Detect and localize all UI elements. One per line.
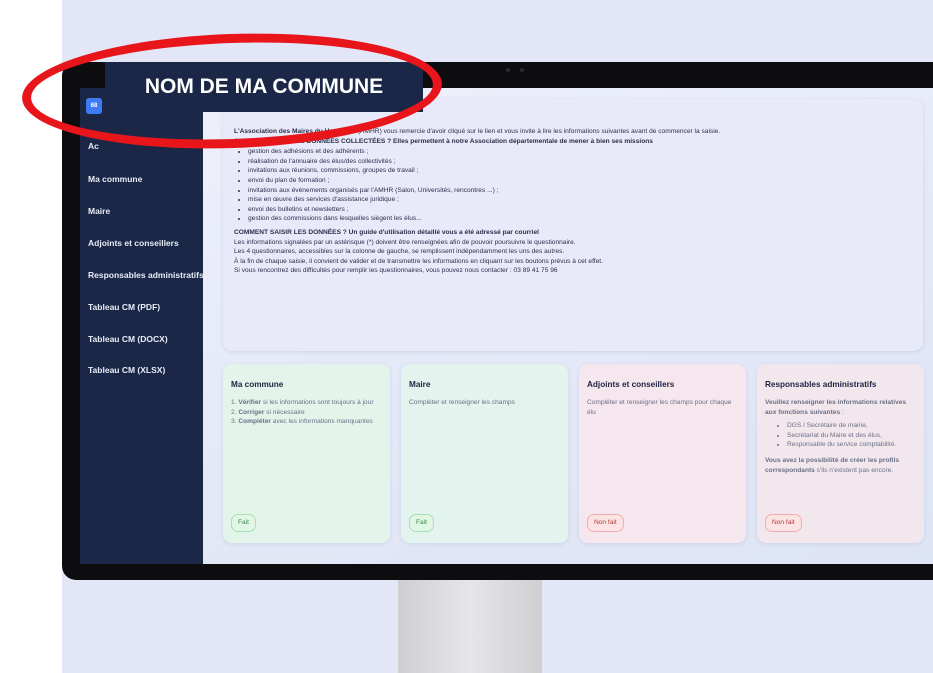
card-body: Compléter et renseigner les champs — [409, 399, 515, 406]
list-item: gestion des commissions dans lesquelles … — [248, 214, 914, 224]
how-to-line: Les 4 questionnaires, accessibles sur la… — [234, 248, 565, 256]
list-item: Responsable du service comptabilité. — [787, 440, 916, 450]
how-to-line: Si vous rencontrez des difficultés pour … — [234, 267, 558, 275]
list-item: gestion des adhésions et des adhérents ; — [248, 147, 914, 157]
app-screen: 68 1 Ac Ma commune Maire Adjoints et con… — [80, 88, 933, 564]
card-body: 1. Vérifier si les informations sont tou… — [231, 399, 374, 426]
missions-list: gestion des adhésions et des adhérents ;… — [234, 147, 914, 224]
sidebar-item-tableau-docx[interactable]: Tableau CM (DOCX) — [88, 334, 168, 344]
card-body: Compléter et renseigner les champs pour … — [587, 399, 732, 416]
list-item: réalisation de l'annuaire des élus/des c… — [248, 157, 914, 167]
list-item: envoi du plan de formation ; — [248, 176, 914, 186]
how-to-title: COMMENT SAISIR LES DONNÉES ? Un guide d'… — [234, 228, 539, 236]
sidebar-item-tableau-pdf[interactable]: Tableau CM (PDF) — [88, 302, 160, 312]
intro-line-2: A QUOI SERVENT LES DONNÉES COLLECTÉES ? … — [234, 137, 653, 145]
how-to-line: À la fin de chaque saisie, il convient d… — [234, 257, 603, 265]
sidebar-item-maire[interactable]: Maire — [88, 206, 110, 216]
camera-dot — [506, 68, 510, 72]
card-title: Adjoints et conseillers — [587, 380, 675, 389]
card-responsables[interactable]: Responsables administratifs Veuillez ren… — [757, 364, 924, 543]
card-title: Maire — [409, 380, 431, 389]
card-body: Veuillez renseigner les informations rel… — [765, 398, 916, 475]
sidebar: 68 1 Ac Ma commune Maire Adjoints et con… — [80, 88, 204, 564]
card-maire[interactable]: Maire Compléter et renseigner les champs… — [401, 364, 568, 543]
sidebar-item-accueil[interactable]: Ac — [88, 141, 99, 151]
main-content: L'Association des Maires du Haut-Rhin (A… — [203, 88, 933, 564]
status-badge: Fait — [409, 514, 434, 532]
list-item: DGS / Secrétaire de mairie, — [787, 421, 916, 431]
how-to-line: Les informations signalées par un astéri… — [234, 238, 576, 246]
card-adjoints[interactable]: Adjoints et conseillers Compléter et ren… — [579, 364, 746, 543]
list-item: envoi des bulletins et newsletters ; — [248, 205, 914, 215]
card-title: Ma commune — [231, 380, 284, 389]
list-item: Secrétariat du Maire et des élus, — [787, 431, 916, 441]
list-item: invitations aux réunions, commissions, g… — [248, 166, 914, 176]
list-item: mise en œuvre des services d'assistance … — [248, 195, 914, 205]
functions-list: DGS / Secrétaire de mairie, Secrétariat … — [765, 421, 916, 450]
camera-dot — [520, 68, 524, 72]
status-badge: Fait — [231, 514, 256, 532]
card-ma-commune[interactable]: Ma commune 1. Vérifier si les informatio… — [223, 364, 390, 543]
sidebar-item-tableau-xlsx[interactable]: Tableau CM (XLSX) — [88, 365, 165, 375]
list-item: invitations aux événements organisés par… — [248, 186, 914, 196]
sidebar-item-adjoints[interactable]: Adjoints et conseillers — [88, 238, 179, 248]
sidebar-item-responsables[interactable]: Responsables administratifs — [88, 270, 204, 280]
sidebar-item-ma-commune[interactable]: Ma commune — [88, 174, 142, 184]
monitor-stand — [398, 576, 542, 673]
status-badge: Non fait — [765, 514, 802, 532]
status-badge: Non fait — [587, 514, 624, 532]
card-title: Responsables administratifs — [765, 380, 877, 389]
